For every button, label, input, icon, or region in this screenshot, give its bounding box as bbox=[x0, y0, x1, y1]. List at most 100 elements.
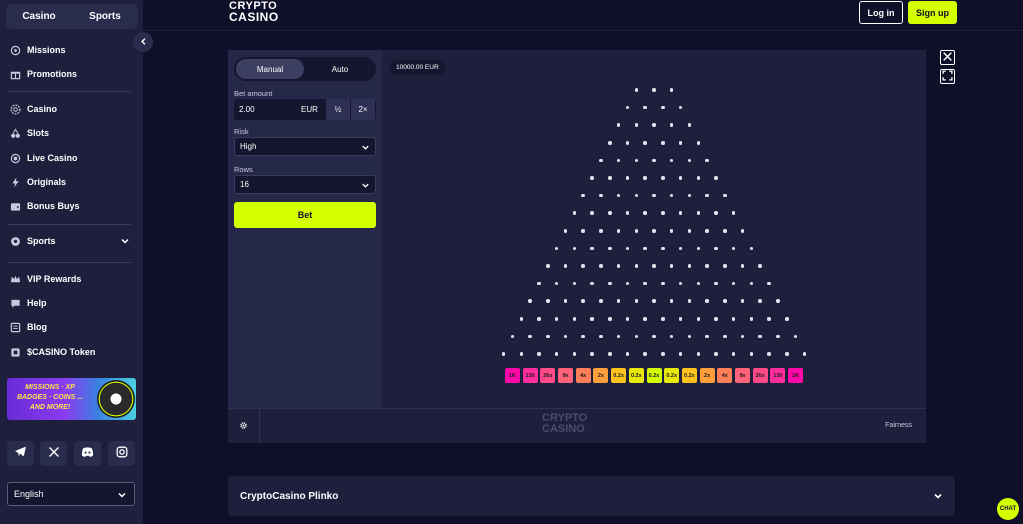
multiplier-slot: 9x bbox=[735, 368, 750, 383]
peg bbox=[643, 176, 647, 180]
peg bbox=[634, 229, 639, 233]
fairness-link[interactable]: Fairness bbox=[885, 422, 912, 429]
peg bbox=[687, 334, 692, 339]
peg bbox=[731, 246, 736, 251]
signup-button[interactable]: Sign up bbox=[908, 1, 957, 24]
peg bbox=[661, 211, 665, 215]
vip-icon bbox=[10, 274, 21, 285]
peg bbox=[625, 352, 630, 356]
peg bbox=[554, 281, 559, 286]
peg bbox=[643, 317, 647, 321]
settings-button[interactable] bbox=[228, 409, 260, 443]
chat-button[interactable]: CHAT bbox=[997, 498, 1019, 520]
instagram-icon bbox=[116, 445, 128, 463]
multiplier-slot: 130 bbox=[770, 368, 786, 383]
peg bbox=[581, 193, 585, 198]
sidebar-item-label: Bonus Buys bbox=[27, 201, 80, 211]
peg bbox=[696, 281, 700, 286]
discord-icon bbox=[81, 445, 94, 463]
game-info-accordion[interactable]: CryptoCasino Plinko bbox=[228, 476, 955, 516]
sidebar-item-casino-token[interactable]: $CASINO Token bbox=[10, 343, 132, 361]
peg bbox=[616, 264, 621, 268]
peg bbox=[581, 229, 585, 233]
discord-button[interactable] bbox=[74, 441, 101, 466]
sidebar-tabs: Casino Sports bbox=[6, 4, 138, 29]
peg bbox=[652, 264, 656, 268]
sidebar-item-live-casino[interactable]: Live Casino bbox=[10, 149, 132, 167]
peg bbox=[687, 229, 692, 233]
peg bbox=[616, 229, 621, 233]
telegram-button[interactable] bbox=[7, 441, 34, 466]
peg bbox=[714, 176, 718, 180]
risk-select[interactable]: High bbox=[234, 137, 376, 156]
sidebar-item-bonus-buys[interactable]: Bonus Buys bbox=[10, 197, 132, 215]
peg bbox=[643, 105, 647, 110]
sidebar-item-vip-rewards[interactable]: VIP Rewards bbox=[10, 270, 132, 288]
peg bbox=[652, 123, 656, 127]
tab-casino[interactable]: Casino bbox=[6, 4, 72, 29]
half-bet-button[interactable]: ½ bbox=[326, 99, 350, 120]
instagram-button[interactable] bbox=[108, 441, 135, 466]
bet-button[interactable]: Bet bbox=[234, 202, 376, 228]
peg bbox=[634, 158, 639, 163]
bet-amount-input[interactable] bbox=[235, 100, 301, 119]
chevron-down-icon bbox=[933, 491, 943, 504]
collapse-sidebar-button[interactable] bbox=[133, 32, 153, 52]
peg bbox=[749, 317, 754, 321]
language-select[interactable]: English bbox=[7, 482, 135, 506]
sidebar-item-casino[interactable]: Casino bbox=[10, 100, 132, 118]
sidebar-item-blog[interactable]: Blog bbox=[10, 318, 132, 336]
cherries-icon bbox=[10, 127, 21, 139]
peg bbox=[740, 334, 745, 339]
double-bet-button[interactable]: 2× bbox=[351, 99, 375, 120]
peg bbox=[546, 334, 550, 339]
peg bbox=[590, 176, 594, 180]
peg bbox=[501, 352, 506, 356]
close-game-button[interactable] bbox=[940, 50, 955, 65]
peg bbox=[554, 352, 559, 356]
logo[interactable]: CRYPTO CASINO bbox=[229, 1, 289, 25]
login-button[interactable]: Log in bbox=[859, 1, 903, 24]
peg bbox=[714, 317, 718, 321]
x-button[interactable] bbox=[40, 441, 67, 466]
peg bbox=[590, 246, 594, 251]
peg bbox=[802, 352, 807, 356]
tab-sports[interactable]: Sports bbox=[72, 4, 138, 29]
rows-select[interactable]: 16 bbox=[234, 175, 376, 194]
promo-banner[interactable]: MISSIONS · XP BADGES · COINS ... AND MOR… bbox=[7, 378, 136, 420]
fullscreen-button[interactable] bbox=[940, 69, 955, 84]
multiplier-slot: 4x bbox=[717, 368, 733, 383]
peg bbox=[608, 176, 612, 180]
sidebar-item-sports[interactable]: Sports bbox=[10, 232, 132, 250]
peg bbox=[572, 246, 577, 251]
peg bbox=[714, 246, 718, 251]
sidebar-item-slots[interactable]: Slots bbox=[10, 124, 132, 142]
peg bbox=[678, 176, 683, 180]
peg bbox=[563, 299, 568, 303]
soccer-ball-icon bbox=[10, 236, 21, 247]
peg bbox=[519, 317, 523, 321]
sidebar-item-label: $CASINO Token bbox=[27, 347, 96, 357]
peg bbox=[652, 299, 656, 303]
peg bbox=[731, 211, 736, 215]
peg bbox=[643, 141, 647, 145]
peg bbox=[661, 352, 665, 356]
peg bbox=[625, 246, 630, 251]
sidebar-item-help[interactable]: Help bbox=[10, 294, 132, 312]
peg bbox=[599, 299, 603, 303]
multiplier-slot: 0.2x bbox=[664, 368, 680, 383]
accordion-title: CryptoCasino Plinko bbox=[240, 490, 339, 502]
peg bbox=[634, 193, 639, 198]
peg bbox=[687, 158, 692, 163]
multiplier-slot: 4x bbox=[575, 368, 591, 383]
sidebar-item-promotions[interactable]: Promotions bbox=[10, 65, 132, 83]
peg bbox=[581, 334, 585, 339]
peg bbox=[731, 281, 736, 286]
sidebar-divider bbox=[8, 224, 131, 225]
auto-mode-button[interactable]: Auto bbox=[306, 59, 374, 79]
manual-mode-button[interactable]: Manual bbox=[236, 59, 304, 79]
sidebar-item-originals[interactable]: Originals bbox=[10, 173, 132, 191]
sidebar-item-missions[interactable]: Missions bbox=[10, 41, 132, 59]
peg bbox=[634, 88, 639, 92]
peg bbox=[643, 211, 647, 215]
